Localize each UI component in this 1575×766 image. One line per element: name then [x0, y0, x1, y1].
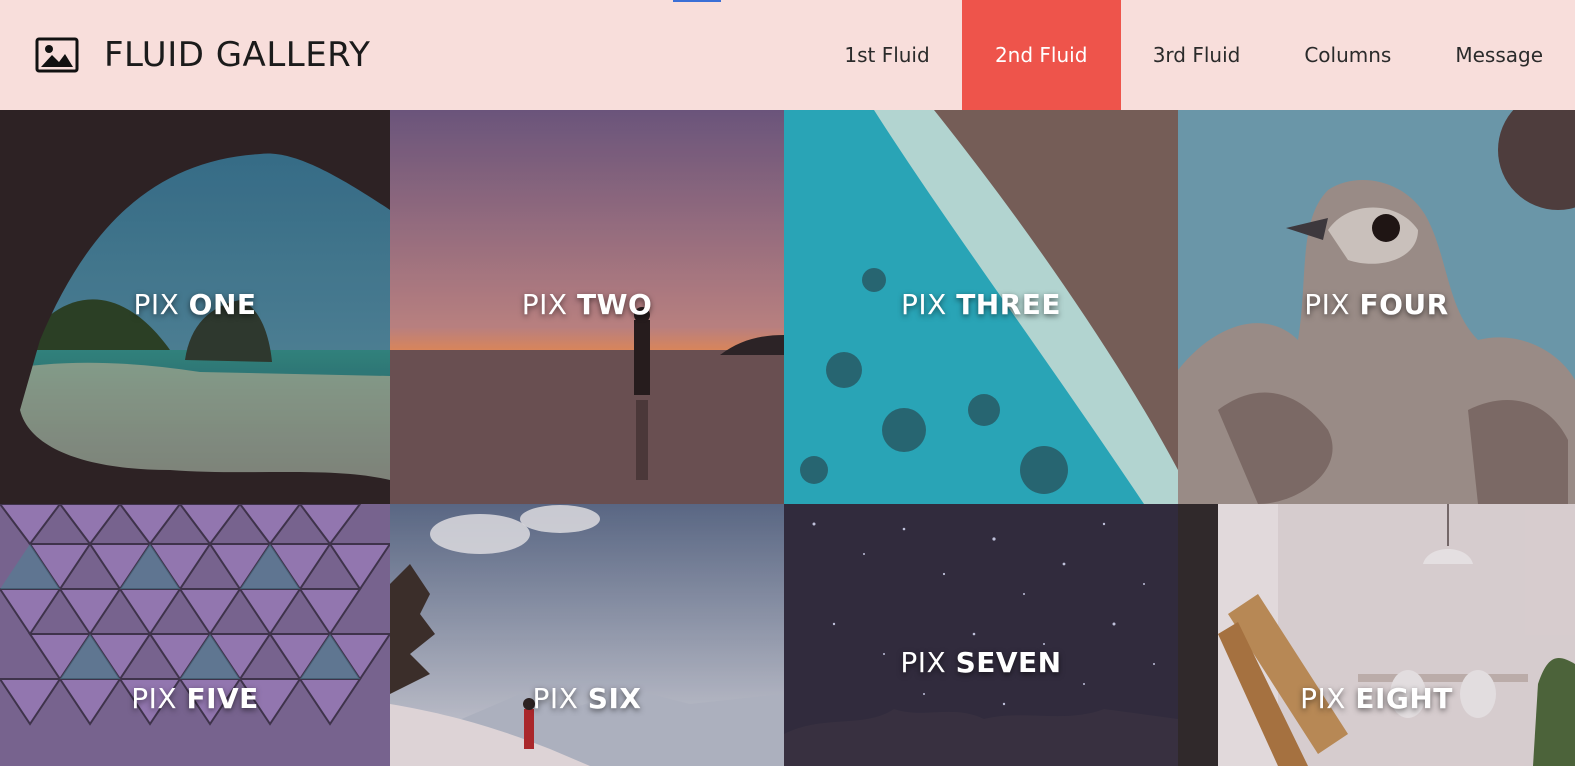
gallery-tile-two[interactable]: PIX TWO [390, 110, 784, 504]
tile-caption: PIX FOUR [1304, 288, 1449, 321]
tile-caption: PIX SEVEN [900, 646, 1062, 679]
gallery-tile-three[interactable]: PIX THREE [784, 110, 1178, 504]
gallery-tile-four[interactable]: PIX FOUR [1178, 110, 1575, 504]
tile-caption: PIX FIVE [131, 682, 259, 715]
main-nav: 1st Fluid 2nd Fluid 3rd Fluid Columns Me… [812, 0, 1575, 110]
brand-title[interactable]: FLUID GALLERY [104, 32, 370, 78]
gallery-tile-eight[interactable]: PIX EIGHT [1178, 504, 1575, 766]
gallery-tile-five[interactable]: PIX FIVE [0, 504, 390, 766]
nav-item-3rd-fluid[interactable]: 3rd Fluid [1121, 0, 1273, 110]
tile-caption: PIX SIX [532, 682, 642, 715]
gallery-grid: PIX ONE PIX TWO PIX THREE PIX FOUR PIX F… [0, 110, 1575, 766]
tile-caption: PIX THREE [900, 288, 1062, 321]
nav-item-message[interactable]: Message [1423, 0, 1575, 110]
nav-item-2nd-fluid[interactable]: 2nd Fluid [961, 0, 1121, 110]
gallery-tile-six[interactable]: PIX SIX [390, 504, 784, 766]
top-accent-bar [673, 0, 721, 2]
nav-item-columns[interactable]: Columns [1272, 0, 1423, 110]
site-header: FLUID GALLERY 1st Fluid 2nd Fluid 3rd Fl… [0, 0, 1575, 110]
tile-caption: PIX EIGHT [1300, 682, 1453, 715]
gallery-tile-one[interactable]: PIX ONE [0, 110, 390, 504]
image-icon[interactable] [35, 37, 79, 73]
tile-caption: PIX TWO [521, 288, 653, 321]
gallery-tile-seven[interactable]: PIX SEVEN [784, 504, 1178, 766]
tile-caption: PIX ONE [133, 288, 257, 321]
nav-item-1st-fluid[interactable]: 1st Fluid [812, 0, 961, 110]
